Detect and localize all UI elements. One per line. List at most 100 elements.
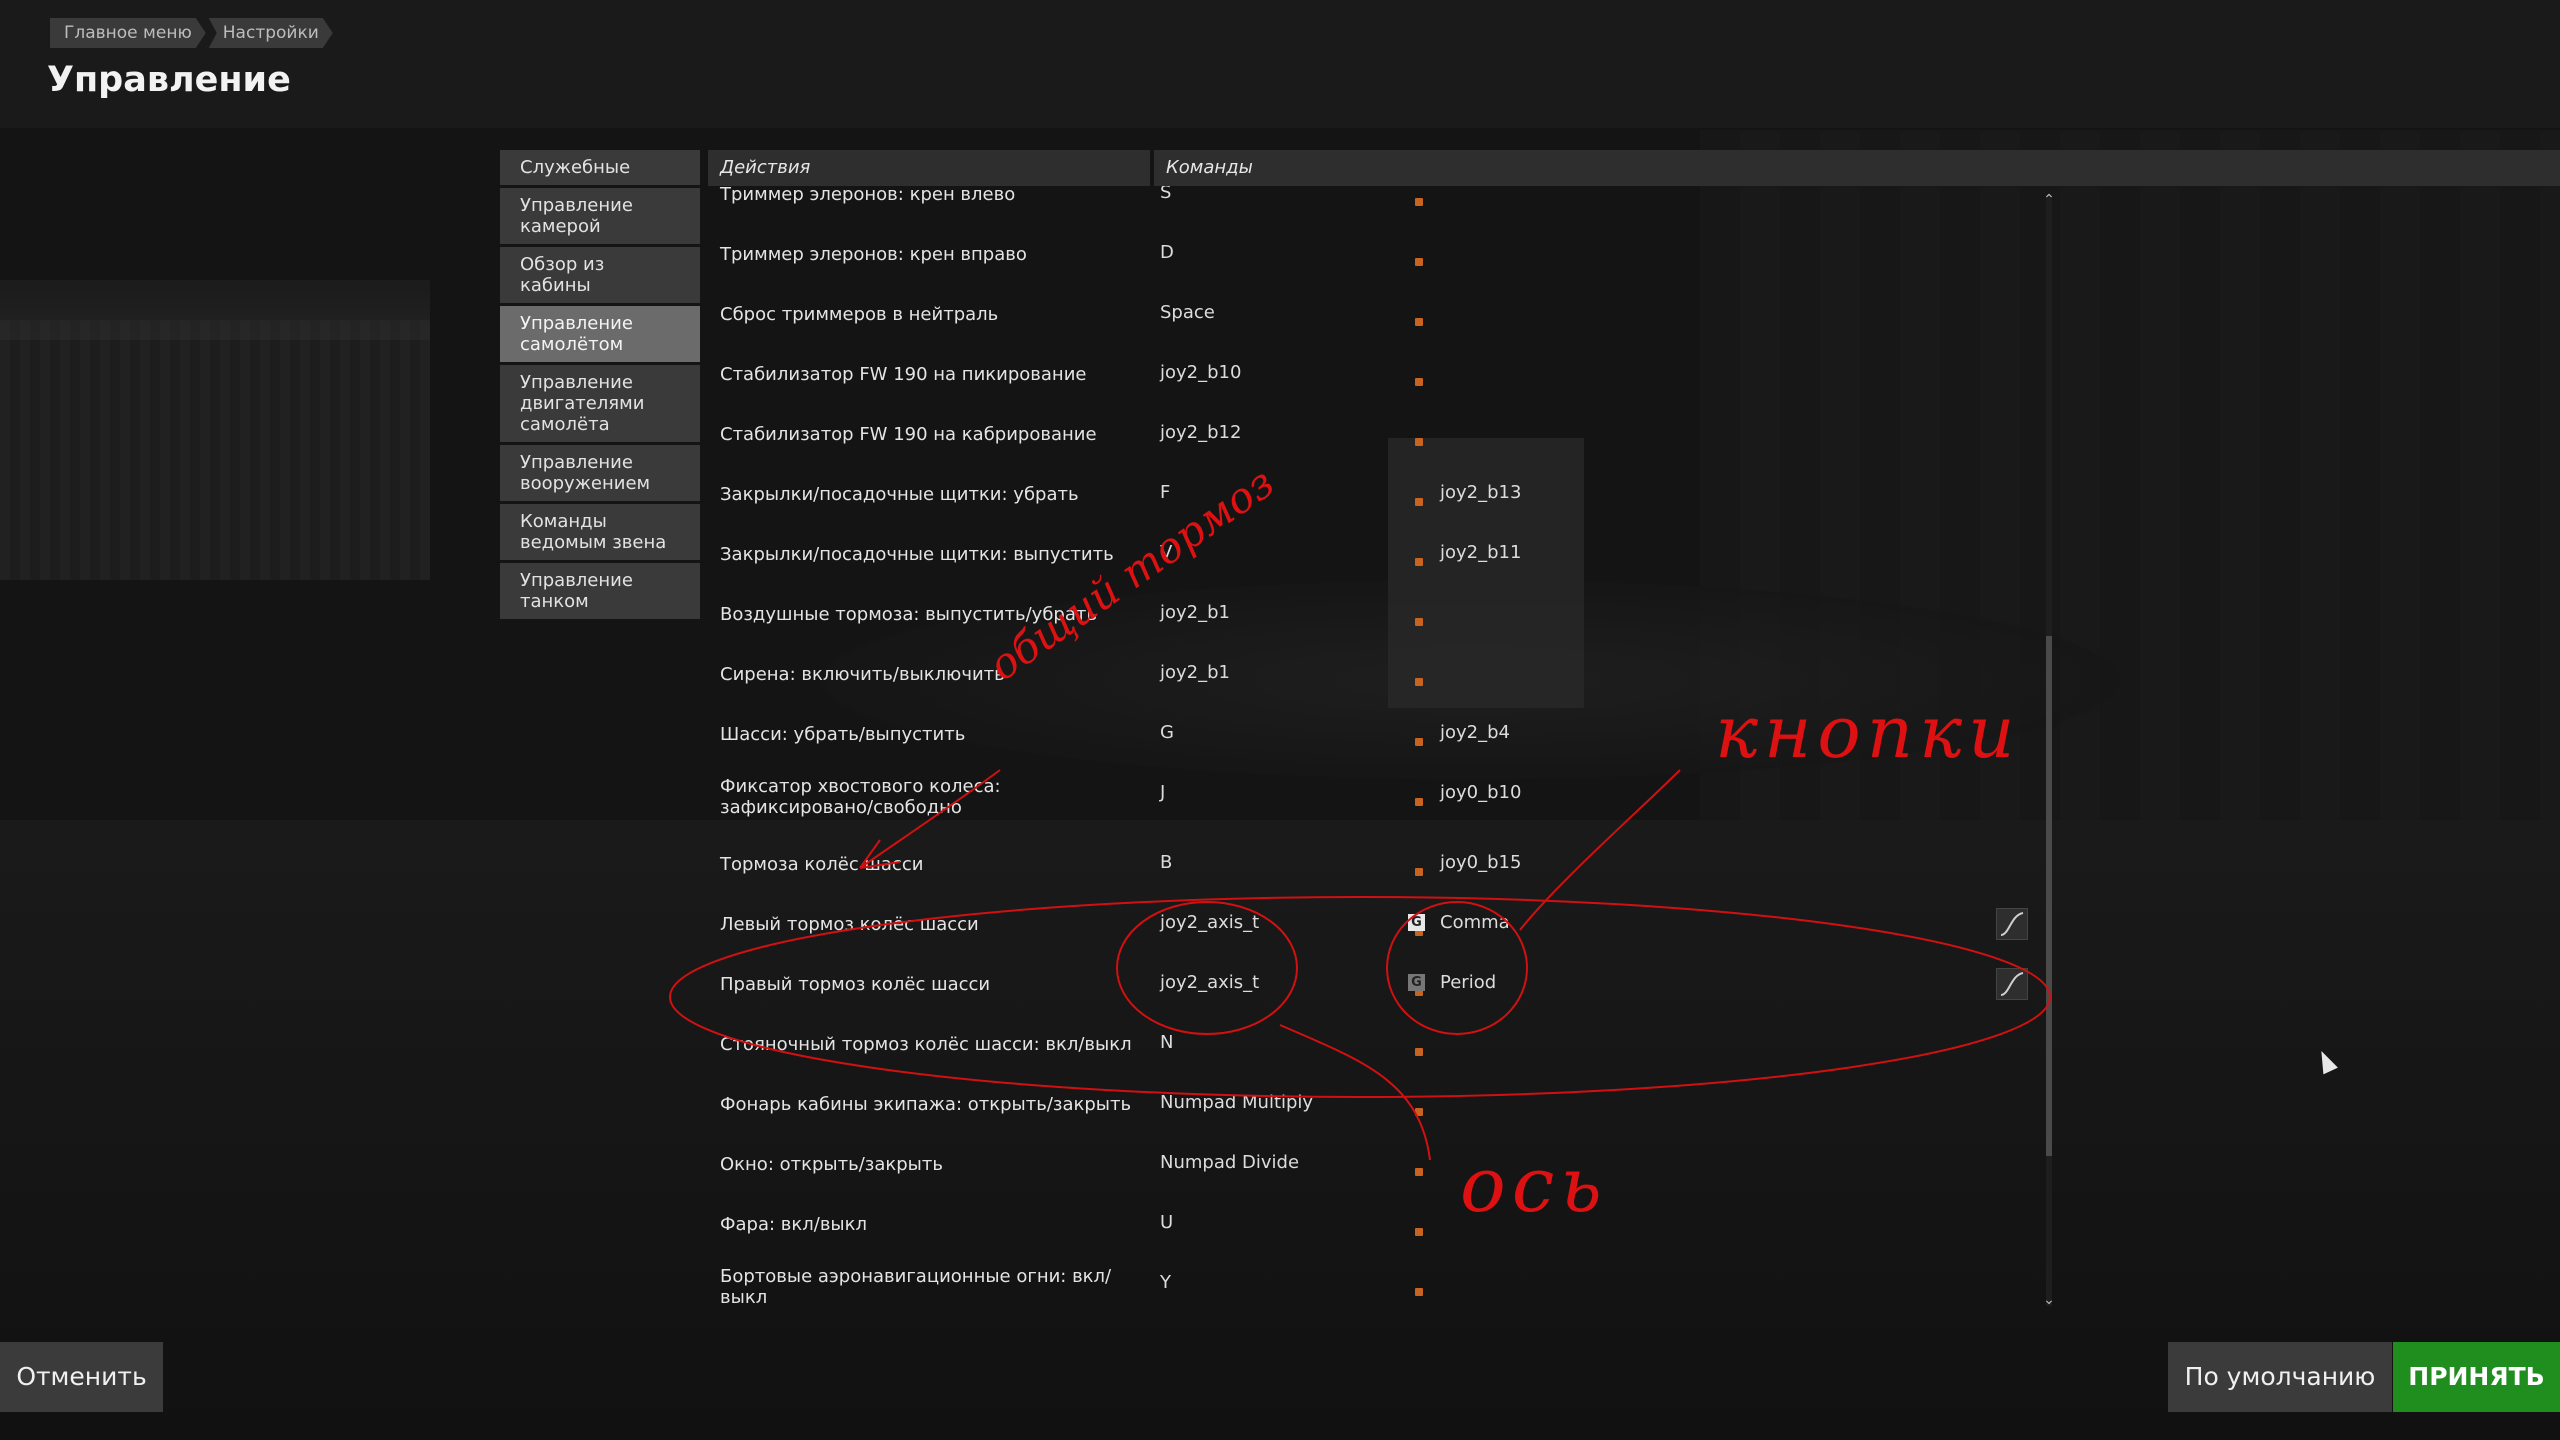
annotation-text-buttons: кнопки (1715, 690, 2021, 774)
column-header-actions: Действия (708, 150, 1150, 186)
primary-binding[interactable]: Numpad Divide (1160, 1152, 1390, 1173)
category-sidebar: Служебные Управление камерой Обзор из ка… (500, 150, 700, 622)
action-label: Сирена: включить/выключить (720, 664, 1005, 685)
binding-marker-icon (1415, 1168, 1423, 1176)
primary-binding[interactable]: D (1160, 242, 1390, 263)
table-row[interactable]: Окно: открыть/закрыть Numpad Divide (708, 1146, 2048, 1206)
primary-binding[interactable]: S (1160, 186, 1390, 203)
binding-marker-icon (1415, 1048, 1423, 1056)
secondary-binding[interactable]: joy0_b10 (1440, 782, 1680, 803)
breadcrumb-main-menu[interactable]: Главное меню (50, 18, 206, 48)
primary-binding[interactable]: joy2_b1 (1160, 662, 1390, 683)
sidebar-item-engines[interactable]: Управление двигателями самолёта (500, 365, 700, 442)
header-bar (0, 0, 2560, 128)
binding-marker-icon (1415, 498, 1423, 506)
secondary-binding[interactable]: joy2_b13 (1440, 482, 1680, 503)
action-label: Фиксатор хвостового колеса: зафиксирован… (720, 776, 1001, 818)
gamepad-icon: G (1408, 974, 1425, 991)
bindings-table-header: Действия Команды (708, 150, 2560, 186)
table-row[interactable]: Закрылки/посадочные щитки: убрать Fjoy2_b… (708, 476, 2048, 536)
sidebar-item-tank[interactable]: Управление танком (500, 563, 700, 619)
sidebar-item-aircraft-control[interactable]: Управление самолётом (500, 306, 700, 362)
breadcrumb: Главное меню Настройки (50, 18, 336, 48)
axis-curve-button[interactable] (1996, 968, 2028, 1000)
table-row[interactable]: Закрылки/посадочные щитки: выпустить Vjoy… (708, 536, 2048, 596)
table-row[interactable]: Фара: вкл/выкл U (708, 1206, 2048, 1266)
action-label: Шасси: убрать/выпустить (720, 724, 966, 745)
action-label: Закрылки/посадочные щитки: выпустить (720, 544, 1114, 565)
action-label: Стабилизатор FW 190 на кабрирование (720, 424, 1097, 445)
sidebar-item-cockpit-view[interactable]: Обзор из кабины (500, 247, 700, 303)
table-row[interactable]: Стабилизатор FW 190 на пикирование joy2_b… (708, 356, 2048, 416)
binding-marker-icon (1415, 318, 1423, 326)
action-label: Окно: открыть/закрыть (720, 1154, 943, 1175)
binding-marker-icon (1415, 618, 1423, 626)
table-row[interactable]: Триммер элеронов: крен влево S (708, 186, 2048, 236)
binding-marker-icon (1415, 1108, 1423, 1116)
page-title: Управление (47, 60, 291, 100)
table-row[interactable]: Бортовые аэронавигационные огни: вкл/вык… (708, 1266, 2048, 1306)
table-row[interactable]: Тормоза колёс шасси Bjoy0_b15 (708, 846, 2048, 906)
primary-binding[interactable]: joy2_b12 (1160, 422, 1390, 443)
table-row[interactable]: Стояночный тормоз колёс шасси: вкл/выкл N (708, 1026, 2048, 1086)
table-row[interactable]: Правый тормоз колёс шасси joy2_axis_t G Per… (708, 966, 2048, 1026)
primary-binding[interactable]: J (1160, 782, 1390, 803)
action-label: Стабилизатор FW 190 на пикирование (720, 364, 1087, 385)
scrollbar-thumb[interactable] (2046, 636, 2052, 1156)
action-label: Фара: вкл/выкл (720, 1214, 868, 1235)
table-row[interactable]: Сброс триммеров в нейтраль Space (708, 296, 2048, 356)
scroll-down-icon[interactable]: ⌄ (2042, 1292, 2056, 1308)
primary-binding[interactable]: N (1160, 1032, 1390, 1053)
primary-binding[interactable]: joy2_b10 (1160, 362, 1390, 383)
table-row[interactable]: Левый тормоз колёс шасси joy2_axis_t G Comm… (708, 906, 2048, 966)
column-header-commands: Команды (1154, 150, 2560, 186)
action-label: Закрылки/посадочные щитки: убрать (720, 484, 1079, 505)
binding-marker-icon (1415, 678, 1423, 686)
primary-binding[interactable]: joy2_axis_t (1160, 912, 1390, 933)
action-label: Левый тормоз колёс шасси (720, 914, 979, 935)
action-label: Правый тормоз колёс шасси (720, 974, 991, 995)
table-row[interactable]: Триммер элеронов: крен вправо D (708, 236, 2048, 296)
binding-marker-icon (1415, 258, 1423, 266)
secondary-binding[interactable]: joy2_b11 (1440, 542, 1680, 563)
sidebar-item-service[interactable]: Служебные (500, 150, 700, 185)
action-label: Триммер элеронов: крен влево (720, 186, 1016, 205)
action-label: Сброс триммеров в нейтраль (720, 304, 999, 325)
sidebar-item-wingmen[interactable]: Команды ведомым звена (500, 504, 700, 560)
table-row[interactable]: Воздушные тормоза: выпустить/убрать joy2_… (708, 596, 2048, 656)
sidebar-item-weapons[interactable]: Управление вооружением (500, 445, 700, 501)
primary-binding[interactable]: B (1160, 852, 1390, 873)
breadcrumb-settings[interactable]: Настройки (209, 18, 333, 48)
secondary-binding[interactable]: joy0_b15 (1440, 852, 1680, 873)
binding-marker-icon (1415, 738, 1423, 746)
gamepad-icon: G (1408, 914, 1425, 931)
table-row[interactable]: Фонарь кабины экипажа: открыть/закрыть Nu… (708, 1086, 2048, 1146)
primary-binding[interactable]: G (1160, 722, 1390, 743)
primary-binding[interactable]: joy2_b1 (1160, 602, 1390, 623)
annotation-text-axis: ось (1460, 1140, 1608, 1229)
binding-marker-icon (1415, 868, 1423, 876)
primary-binding[interactable]: Space (1160, 302, 1390, 323)
secondary-binding[interactable]: Period (1440, 972, 1680, 993)
primary-binding[interactable]: U (1160, 1212, 1390, 1233)
axis-curve-button[interactable] (1996, 908, 2028, 940)
primary-binding[interactable]: Y (1160, 1272, 1390, 1293)
table-row[interactable]: Фиксатор хвостового колеса: зафиксирован… (708, 776, 2048, 836)
secondary-binding[interactable]: Comma (1440, 912, 1680, 933)
primary-binding[interactable]: Numpad Multiply (1160, 1092, 1390, 1113)
binding-marker-icon (1415, 198, 1423, 206)
secondary-binding[interactable]: joy2_b4 (1440, 722, 1680, 743)
default-button[interactable]: По умолчанию (2168, 1342, 2392, 1412)
binding-marker-icon (1415, 378, 1423, 386)
primary-binding[interactable]: joy2_axis_t (1160, 972, 1390, 993)
table-row[interactable]: Стабилизатор FW 190 на кабрирование joy2_… (708, 416, 2048, 476)
binding-marker-icon (1415, 1228, 1423, 1236)
accept-button[interactable]: ПРИНЯТЬ (2393, 1342, 2560, 1412)
binding-marker-icon (1415, 438, 1423, 446)
action-label: Бортовые аэронавигационные огни: вкл/вык… (720, 1266, 1112, 1306)
hangar-wall (0, 320, 430, 580)
cancel-button[interactable]: Отменить (0, 1342, 163, 1412)
sidebar-item-camera[interactable]: Управление камерой (500, 188, 700, 244)
action-label: Фонарь кабины экипажа: открыть/закрыть (720, 1094, 1132, 1115)
scroll-up-icon[interactable]: ⌃ (2042, 192, 2056, 208)
